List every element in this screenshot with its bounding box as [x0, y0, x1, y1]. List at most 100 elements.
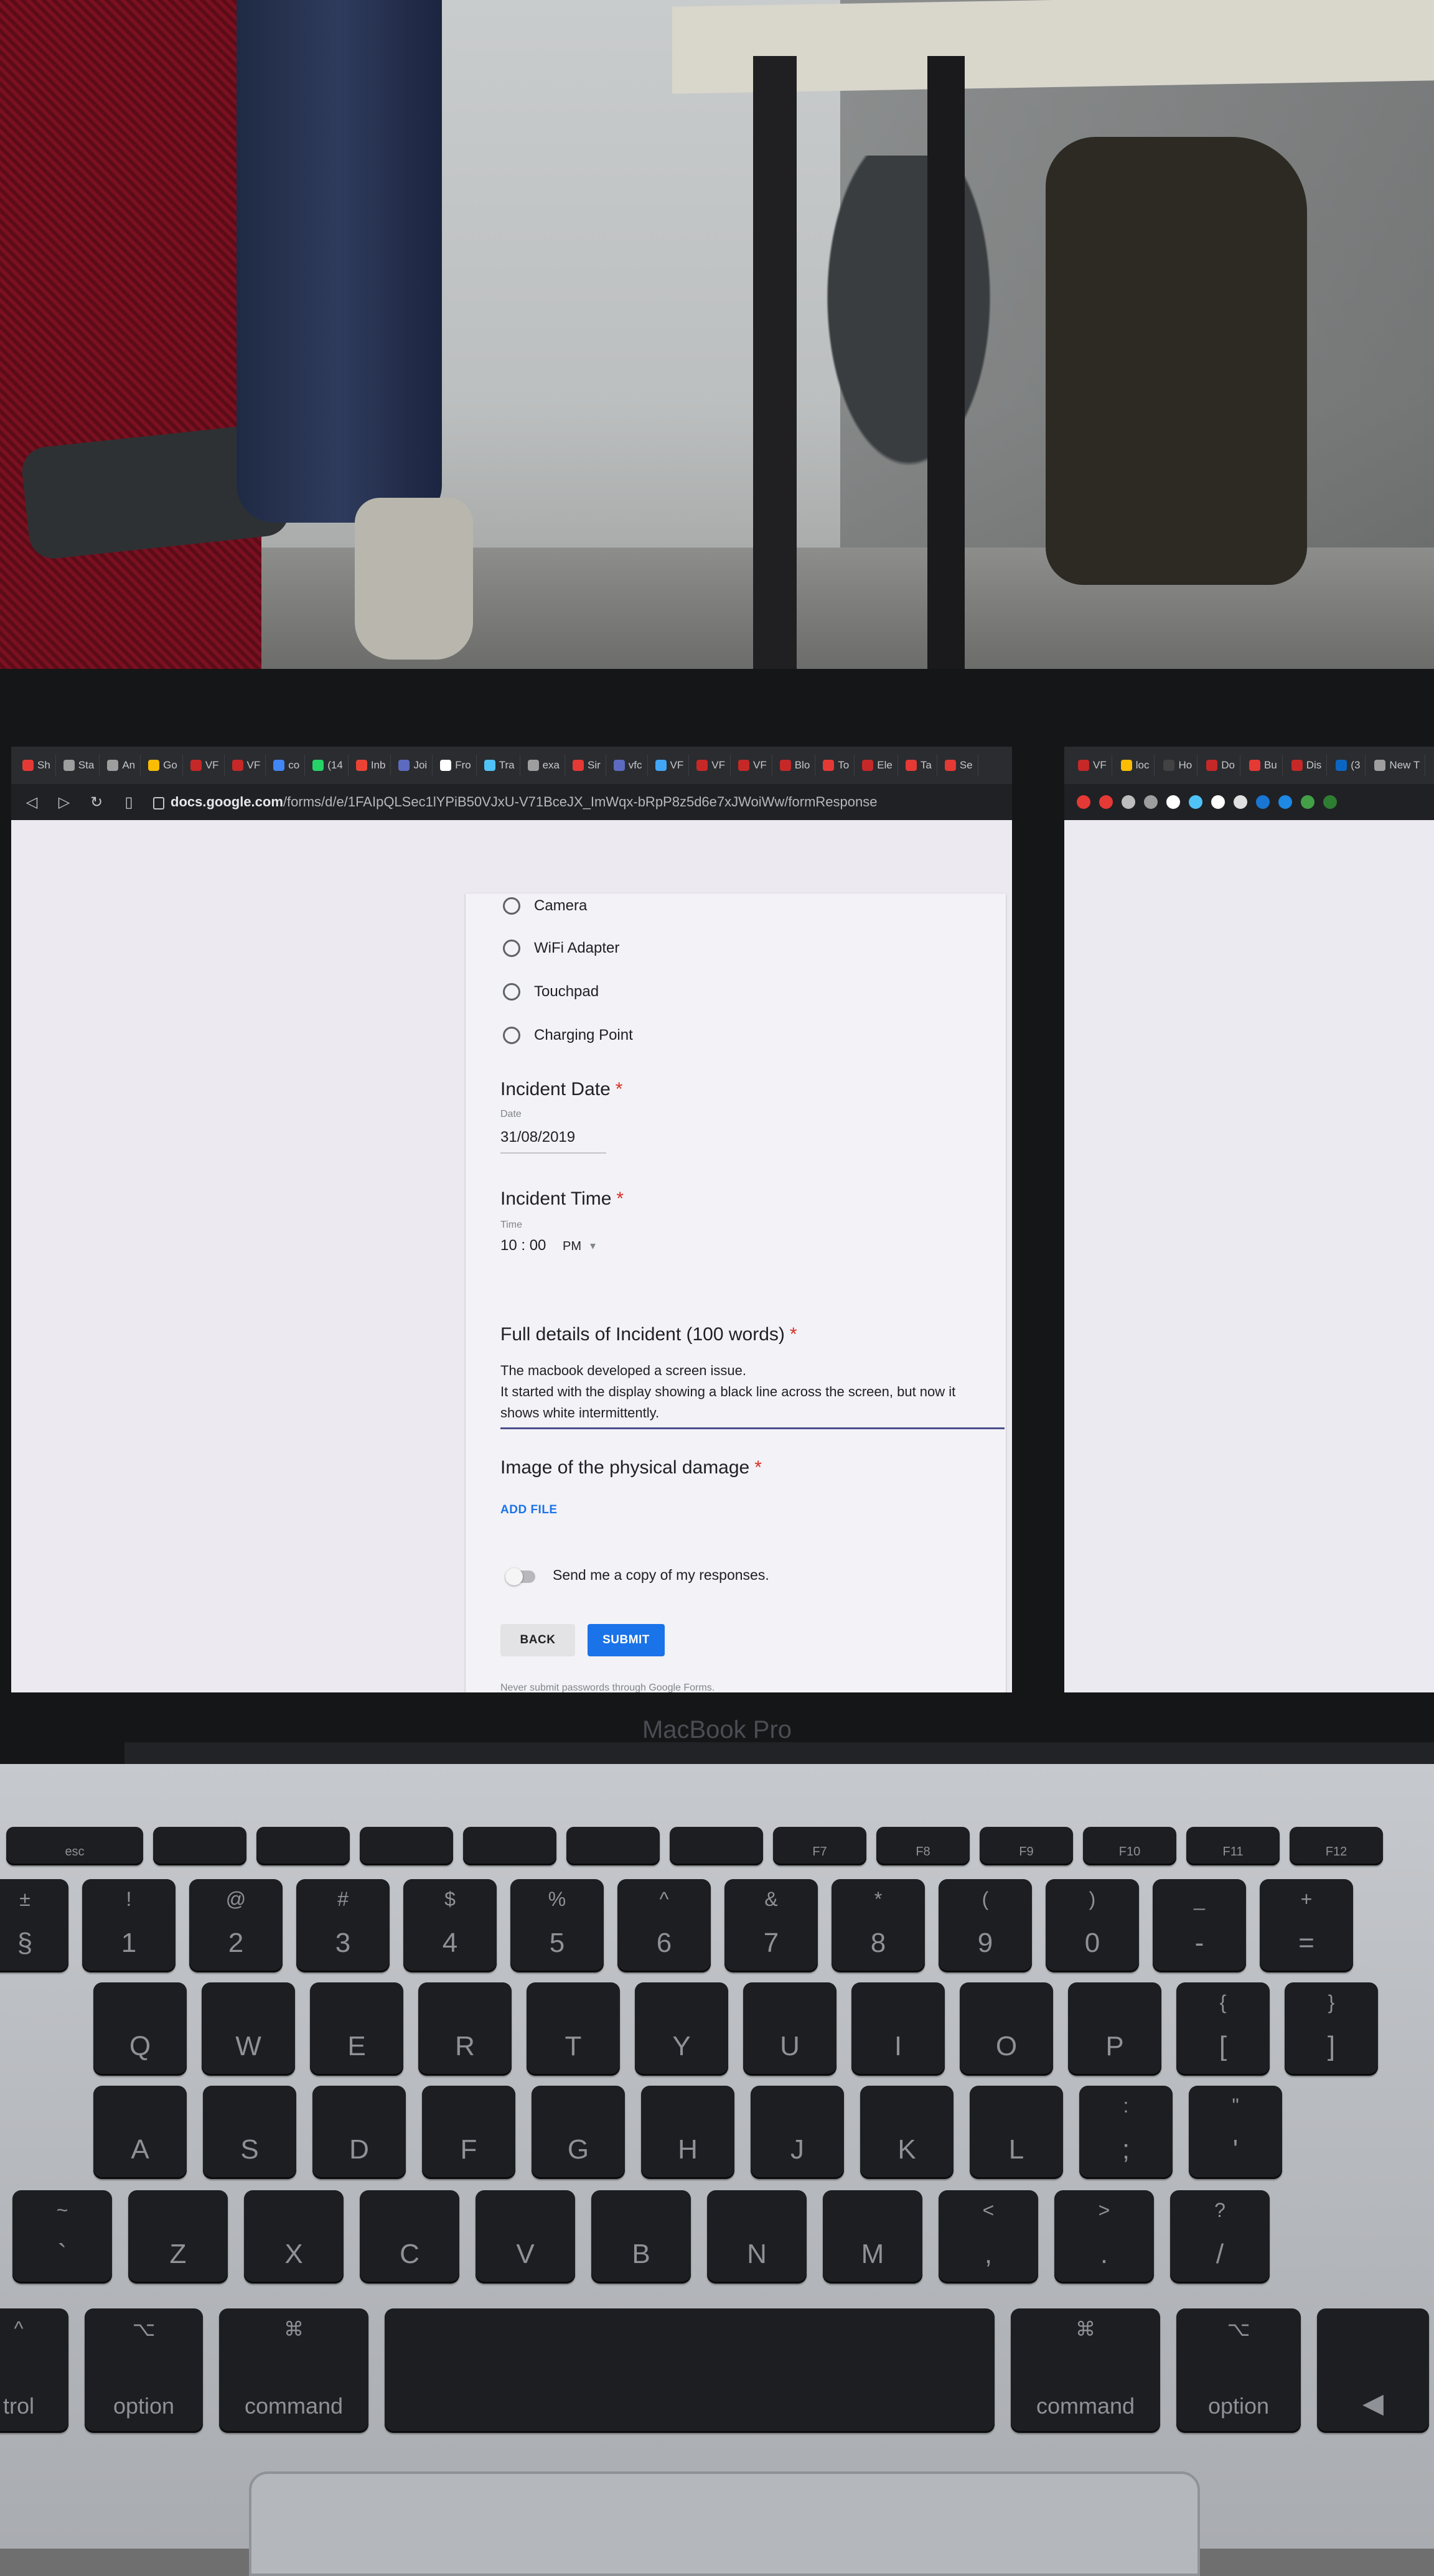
extension-icon[interactable]: [1256, 795, 1270, 809]
key-blank[interactable]: [385, 2308, 995, 2433]
key-i[interactable]: I: [851, 1982, 945, 2076]
browser-tab[interactable]: Ta: [901, 755, 937, 776]
key-q[interactable]: Q: [93, 1982, 187, 2076]
browser-tab[interactable]: VF: [227, 755, 266, 776]
radio-icon[interactable]: [503, 983, 520, 1001]
browser-tab[interactable]: Joi: [393, 755, 433, 776]
key-j[interactable]: J: [751, 2086, 844, 2179]
key-f10[interactable]: F10: [1083, 1827, 1176, 1865]
ampm-select[interactable]: PM: [563, 1239, 581, 1254]
key-blank[interactable]: ◀: [1317, 2308, 1429, 2433]
forward-arrow-icon[interactable]: ▷: [56, 793, 72, 811]
key-blank[interactable]: ? /: [1170, 2190, 1270, 2284]
key-t[interactable]: T: [527, 1982, 620, 2076]
key-p[interactable]: P: [1068, 1982, 1161, 2076]
radio-icon[interactable]: [503, 940, 520, 957]
key-y[interactable]: Y: [635, 1982, 728, 2076]
key-u[interactable]: U: [743, 1982, 836, 2076]
browser-tab[interactable]: Tra: [479, 755, 520, 776]
extension-icon[interactable]: [1301, 795, 1314, 809]
url-field[interactable]: docs.google.com/forms/d/e/1FAIpQLSec1lYP…: [153, 794, 877, 810]
add-file-button[interactable]: ADD FILE: [500, 1503, 558, 1517]
key-blank[interactable]: :;: [1079, 2086, 1173, 2179]
key-w[interactable]: W: [202, 1982, 295, 2076]
key-trol[interactable]: ^ trol: [0, 2308, 68, 2433]
key-0[interactable]: ) 0: [1046, 1879, 1139, 1972]
key-command[interactable]: ⌘ command: [219, 2308, 368, 2433]
key-blank[interactable]: [670, 1827, 763, 1865]
key-blank[interactable]: >.: [1054, 2190, 1154, 2284]
key-f8[interactable]: F8: [876, 1827, 970, 1865]
key-x[interactable]: X: [244, 2190, 344, 2284]
back-arrow-icon[interactable]: ◁: [24, 793, 40, 811]
browser-tab[interactable]: (14: [307, 755, 349, 776]
key-6[interactable]: ^ 6: [617, 1879, 711, 1972]
browser-tab[interactable]: An: [102, 755, 141, 776]
key-blank[interactable]: + =: [1260, 1879, 1353, 1972]
incident-details-textarea[interactable]: The macbook developed a screen issue. It…: [500, 1360, 992, 1424]
browser-tab[interactable]: Sta: [59, 755, 100, 776]
browser-tab[interactable]: Ele: [857, 755, 898, 776]
extension-icon[interactable]: [1278, 795, 1292, 809]
incident-date-input[interactable]: 31/08/2019: [500, 1129, 575, 1146]
browser-tab[interactable]: VF: [1073, 755, 1112, 776]
key-r[interactable]: R: [418, 1982, 512, 2076]
browser-tab[interactable]: Bu: [1244, 755, 1283, 776]
browser-tab[interactable]: (3: [1331, 755, 1366, 776]
key-k[interactable]: K: [860, 2086, 954, 2179]
key-blank[interactable]: ~ `: [12, 2190, 112, 2284]
key-blank[interactable]: <,: [939, 2190, 1038, 2284]
key-l[interactable]: L: [970, 2086, 1063, 2179]
browser-tab[interactable]: Do: [1201, 755, 1240, 776]
extension-icon[interactable]: [1077, 795, 1090, 809]
key-f7[interactable]: F7: [773, 1827, 866, 1865]
key-f12[interactable]: F12: [1290, 1827, 1383, 1865]
browser-tab[interactable]: VF: [733, 755, 772, 776]
browser-tab[interactable]: Sir: [568, 755, 606, 776]
key-blank[interactable]: [153, 1827, 246, 1865]
key-o[interactable]: O: [960, 1982, 1053, 2076]
radio-icon[interactable]: [503, 1027, 520, 1044]
key-v[interactable]: V: [476, 2190, 575, 2284]
key-8[interactable]: * 8: [832, 1879, 925, 1972]
key-c[interactable]: C: [360, 2190, 459, 2284]
key-option[interactable]: ⌥ option: [1176, 2308, 1301, 2433]
extension-icon[interactable]: [1122, 795, 1135, 809]
key-command[interactable]: ⌘ command: [1011, 2308, 1160, 2433]
key-f9[interactable]: F9: [980, 1827, 1073, 1865]
key-g[interactable]: G: [532, 2086, 625, 2179]
option-camera[interactable]: Camera: [503, 897, 587, 915]
key-m[interactable]: M: [823, 2190, 922, 2284]
key-1[interactable]: ! 1: [82, 1879, 176, 1972]
key-option[interactable]: ⌥ option: [85, 2308, 203, 2433]
key-blank[interactable]: [360, 1827, 453, 1865]
key-a[interactable]: A: [93, 2086, 187, 2179]
key-f[interactable]: F: [422, 2086, 515, 2179]
option-wifi-adapter[interactable]: WiFi Adapter: [503, 940, 619, 957]
browser-tab[interactable]: vfc: [609, 755, 648, 776]
send-copy-toggle[interactable]: [505, 1568, 535, 1585]
key-blank[interactable]: [463, 1827, 556, 1865]
browser-tab[interactable]: New T: [1369, 755, 1426, 776]
incident-time-input[interactable]: 10 : 00: [500, 1237, 546, 1254]
chevron-down-icon[interactable]: ▾: [590, 1239, 596, 1253]
browser-tab[interactable]: To: [818, 755, 855, 776]
key-5[interactable]: % 5: [510, 1879, 604, 1972]
browser-tab[interactable]: Fro: [435, 755, 477, 776]
extension-icon[interactable]: [1189, 795, 1202, 809]
browser-tab[interactable]: Sh: [17, 755, 56, 776]
key-n[interactable]: N: [707, 2190, 807, 2284]
browser-tab[interactable]: Se: [940, 755, 978, 776]
trackpad[interactable]: [249, 2471, 1200, 2576]
browser-tab[interactable]: loc: [1116, 755, 1155, 776]
key-7[interactable]: & 7: [724, 1879, 818, 1972]
key-esc[interactable]: esc: [6, 1827, 143, 1865]
extension-icon[interactable]: [1144, 795, 1158, 809]
browser-tab[interactable]: Dis: [1286, 755, 1328, 776]
browser-tab[interactable]: VF: [691, 755, 731, 776]
browser-tab[interactable]: exa: [523, 755, 565, 776]
browser-tab[interactable]: co: [268, 755, 306, 776]
browser-tab[interactable]: Go: [143, 755, 183, 776]
extension-icon[interactable]: [1234, 795, 1247, 809]
key-blank[interactable]: {[: [1176, 1982, 1270, 2076]
